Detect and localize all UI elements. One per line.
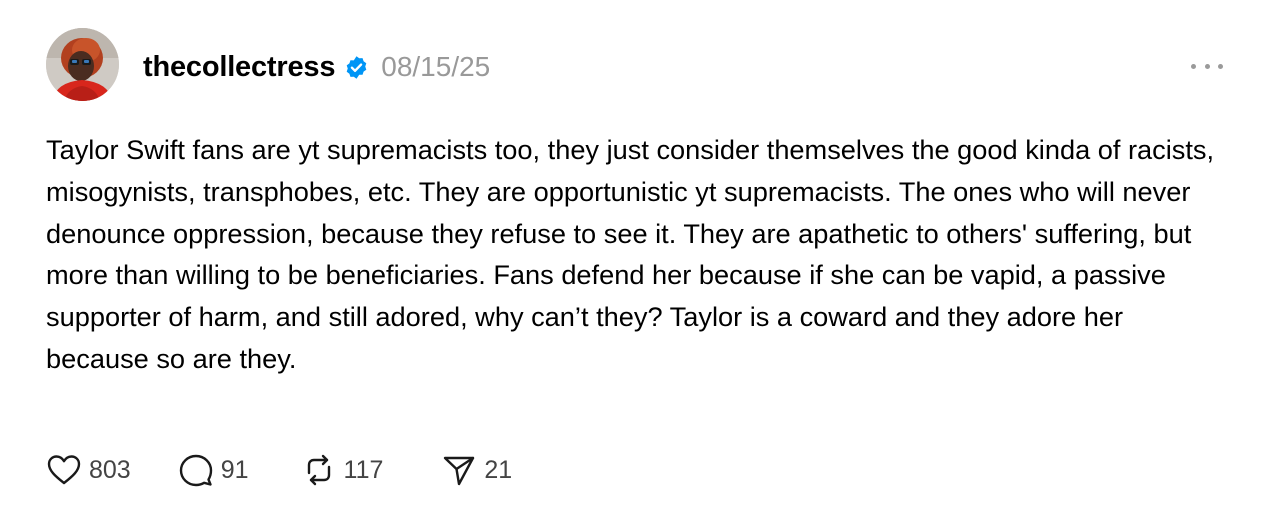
dot	[1218, 63, 1223, 69]
action-bar: 803 91 117 21	[46, 450, 512, 490]
heart-icon	[46, 452, 82, 488]
profile-photo-image	[46, 28, 119, 101]
post-text: Taylor Swift fans are yt supremacists to…	[46, 134, 1215, 374]
like-button[interactable]: 803	[46, 452, 131, 488]
send-icon	[441, 452, 477, 488]
dot	[1191, 63, 1196, 69]
reply-count: 91	[220, 455, 249, 484]
comment-icon	[178, 452, 214, 488]
avatar[interactable]	[46, 28, 119, 101]
username[interactable]: thecollectress	[143, 51, 335, 84]
share-button[interactable]: 21	[441, 452, 512, 488]
post-header: thecollectress 08/15/25	[143, 48, 490, 86]
dot	[1204, 63, 1210, 69]
ellipsis-icon[interactable]	[1191, 56, 1223, 76]
repost-button[interactable]: 117	[301, 452, 384, 488]
timestamp: 08/15/25	[381, 51, 491, 82]
like-count: 803	[89, 455, 131, 484]
reply-button[interactable]: 91	[178, 452, 249, 488]
share-count: 21	[484, 455, 513, 484]
repost-count: 117	[343, 455, 384, 484]
verified-badge-icon	[344, 55, 369, 80]
post-card: thecollectress 08/15/25 Taylor Swift fan…	[0, 0, 1271, 509]
repost-icon	[301, 452, 337, 488]
